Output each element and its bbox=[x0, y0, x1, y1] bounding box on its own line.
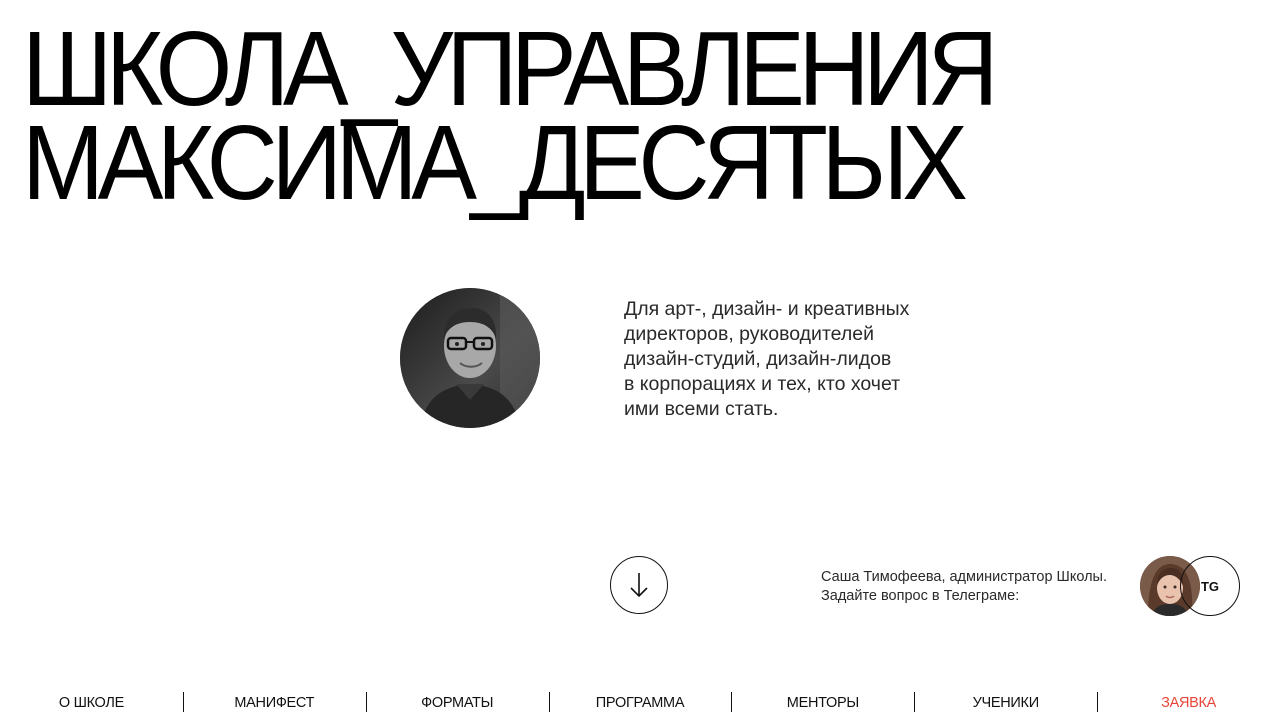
nav-item-students[interactable]: УЧЕНИКИ bbox=[914, 688, 1097, 718]
nav-item-mentors[interactable]: МЕНТОРЫ bbox=[731, 688, 914, 718]
arrow-down-icon bbox=[630, 573, 648, 598]
admin-contact-line-2: Задайте вопрос в Телеграме: bbox=[821, 588, 1020, 604]
page-title-line-1: ШКОЛА_УПРАВЛЕНИЯ bbox=[22, 10, 999, 128]
telegram-button[interactable]: TG bbox=[1180, 556, 1240, 616]
audience-description: Для арт-, дизайн- и креативных директоро… bbox=[624, 298, 910, 420]
nav-item-manifesto[interactable]: МАНИФЕСТ bbox=[182, 688, 366, 718]
nav-item-program[interactable]: ПРОГРАММА bbox=[548, 688, 732, 718]
page-title: ШКОЛА_УПРАВЛЕНИЯ МАКСИМА_ДЕСЯТЫХ bbox=[22, 10, 999, 222]
nav-item-about[interactable]: О ШКОЛЕ bbox=[0, 688, 183, 718]
page-title-line-2: МАКСИМА_ДЕСЯТЫХ bbox=[22, 104, 968, 222]
landing-page: ШКОЛА_УПРАВЛЕНИЯ МАКСИМА_ДЕСЯТЫХ Для арт… bbox=[0, 0, 1280, 720]
nav-item-application[interactable]: ЗАЯВКА bbox=[1097, 688, 1280, 718]
founder-portrait bbox=[400, 288, 540, 428]
admin-contact-line-1: Саша Тимофеева, администратор Школы. bbox=[821, 569, 1107, 585]
bottom-navigation: О ШКОЛЕ МАНИФЕСТ ФОРМАТЫ ПРОГРАММА МЕНТО… bbox=[0, 688, 1280, 718]
nav-item-formats[interactable]: ФОРМАТЫ bbox=[365, 688, 549, 718]
telegram-label: TG bbox=[1200, 578, 1220, 594]
scroll-down-button[interactable] bbox=[610, 556, 668, 614]
admin-contact-text: Саша Тимофеева, администратор Школы. Зад… bbox=[821, 568, 1121, 606]
